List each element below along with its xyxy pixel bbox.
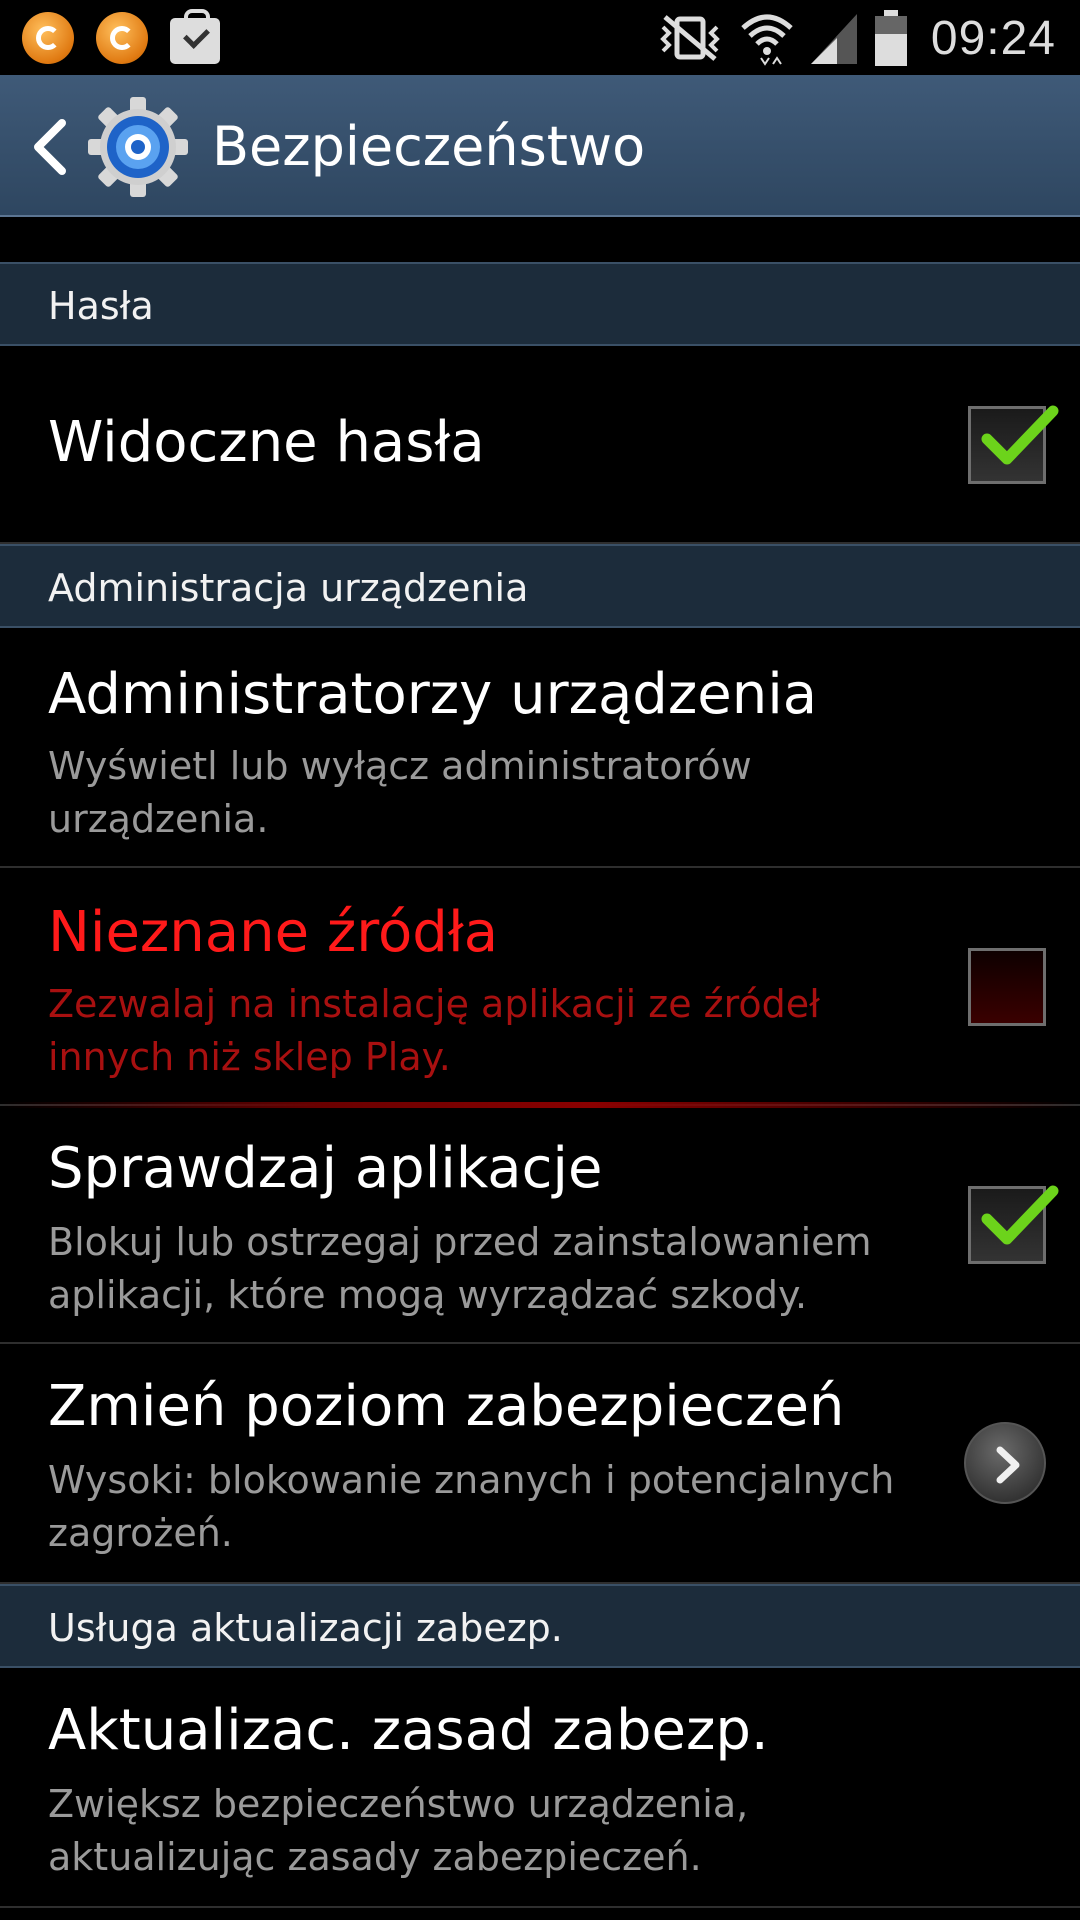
notification-app-icon — [96, 12, 148, 64]
status-bar: 09:24 — [0, 0, 1080, 75]
visible-passwords-row[interactable]: Widoczne hasła — [0, 346, 1080, 544]
back-arrow-icon[interactable] — [28, 117, 72, 177]
security-level-row[interactable]: Zmień poziom zabezpieczeń Wysoki: blokow… — [0, 1344, 1080, 1584]
signal-icon — [810, 14, 857, 64]
shopping-bag-check-icon — [170, 9, 220, 64]
page-title: Bezpieczeństwo — [212, 115, 646, 178]
mute-vibrate-icon — [660, 15, 720, 61]
device-admins-row[interactable]: Administratorzy urządzenia Wyświetl lub … — [0, 628, 1080, 868]
action-bar: Bezpieczeństwo — [0, 75, 1080, 217]
policy-update-description: Zwiększ bezpieczeństwo urządzenia, aktua… — [48, 1782, 749, 1879]
section-header-passwords: Hasła — [0, 262, 1080, 346]
unknown-sources-row[interactable]: Nieznane źródła Zezwalaj na instalację a… — [0, 868, 1080, 1106]
checkmark-icon — [981, 1185, 1059, 1245]
device-admins-label: Administratorzy urządzenia — [48, 662, 818, 727]
verify-apps-checkbox[interactable] — [968, 1185, 1059, 1264]
verify-apps-row[interactable]: Sprawdzaj aplikacje Blokuj lub ostrzegaj… — [0, 1106, 1080, 1344]
unknown-sources-label: Nieznane źródła — [48, 900, 499, 965]
clock: 09:24 — [930, 11, 1056, 65]
unknown-sources-description: Zezwalaj na instalację aplikacji ze źród… — [48, 982, 820, 1079]
security-level-chevron-button[interactable] — [964, 1422, 1046, 1504]
chevron-right-icon — [996, 1446, 1020, 1484]
battery-icon — [874, 10, 907, 66]
section-header-security-update: Usługa aktualizacji zabezp. — [0, 1584, 1080, 1668]
checkmark-icon — [981, 405, 1059, 465]
policy-update-row[interactable]: Aktualizac. zasad zabezp. Zwiększ bezpie… — [0, 1668, 1080, 1908]
verify-apps-label: Sprawdzaj aplikacje — [48, 1136, 603, 1201]
unknown-sources-checkbox[interactable] — [968, 948, 1046, 1026]
security-level-label: Zmień poziom zabezpieczeń — [48, 1374, 845, 1439]
visible-passwords-checkbox[interactable] — [968, 405, 1059, 484]
security-level-description: Wysoki: blokowanie znanych i potencjalny… — [48, 1458, 895, 1555]
verify-apps-description: Blokuj lub ostrzegaj przed zainstalowani… — [48, 1220, 872, 1317]
visible-passwords-label: Widoczne hasła — [48, 410, 485, 475]
section-header-device-admin: Administracja urządzenia — [0, 544, 1080, 628]
settings-gear-icon — [88, 97, 188, 197]
policy-update-label: Aktualizac. zasad zabezp. — [48, 1698, 769, 1763]
device-admins-description: Wyświetl lub wyłącz administratorów urzą… — [48, 744, 752, 841]
notification-app-icon — [22, 12, 74, 64]
wifi-icon — [741, 14, 793, 66]
